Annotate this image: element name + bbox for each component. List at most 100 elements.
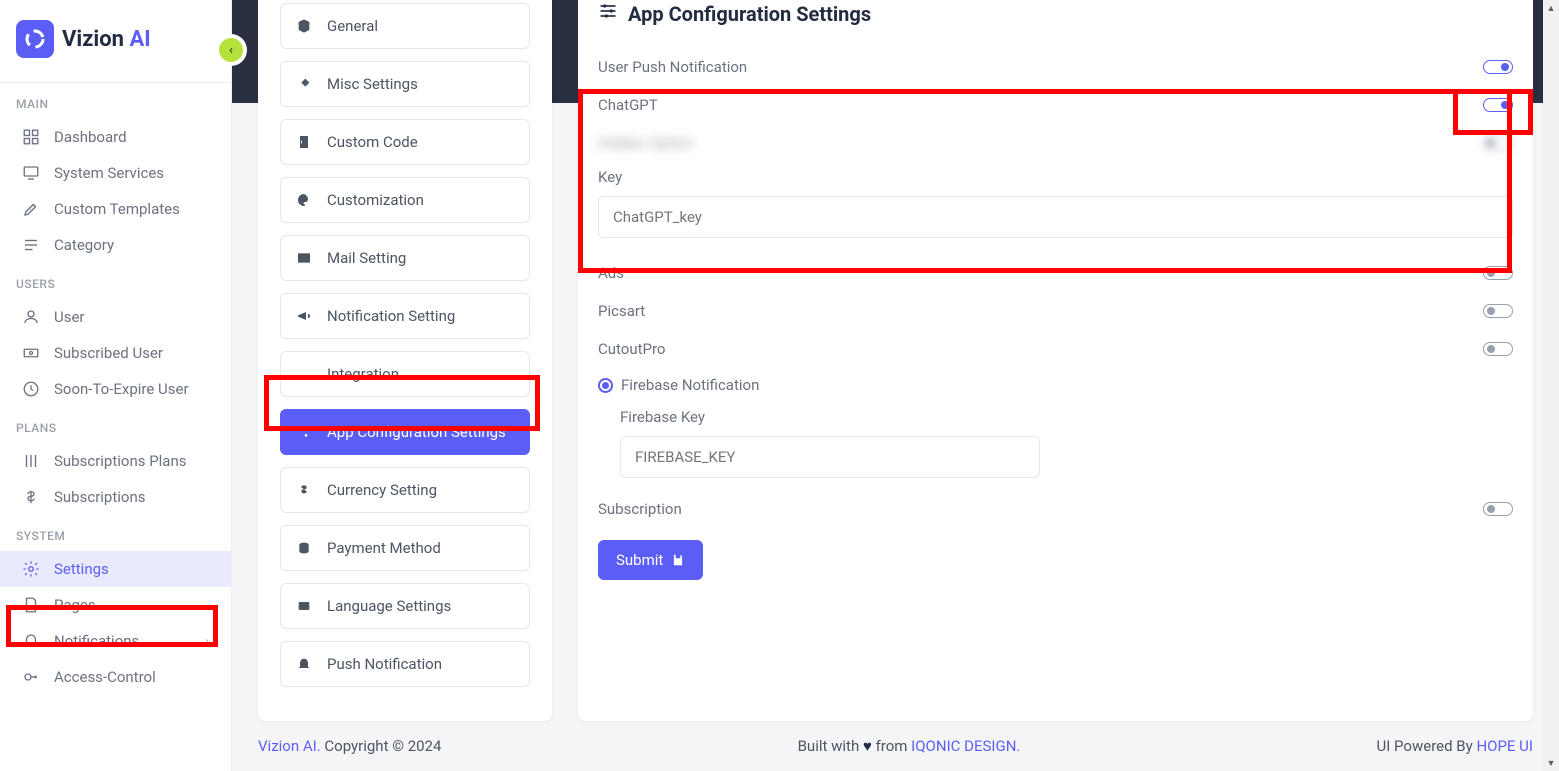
nav-subscription-plans[interactable]: Subscriptions Plans xyxy=(0,443,231,479)
toggle-hidden[interactable] xyxy=(1483,136,1513,150)
row-user-push: User Push Notification xyxy=(598,48,1513,86)
nav-pages[interactable]: Pages xyxy=(0,587,231,623)
row-picsart: Picsart xyxy=(598,292,1513,330)
nav-dashboard[interactable]: Dashboard xyxy=(0,119,231,155)
dollar-sign-icon xyxy=(295,481,313,499)
nav-expire-user[interactable]: Soon-To-Expire User xyxy=(0,371,231,407)
grid-icon xyxy=(22,128,40,146)
logo-area: Vizion AI ‹ xyxy=(0,0,231,83)
settings-sliders-icon xyxy=(295,423,313,441)
footer-brand-link[interactable]: Vizion AI. xyxy=(258,737,321,755)
row-chatgpt: ChatGPT xyxy=(598,86,1513,124)
nav-section-system: SYSTEM xyxy=(0,515,231,551)
input-firebase-key[interactable] xyxy=(620,436,1040,478)
footer-iqonic-link[interactable]: IQONIC DESIGN. xyxy=(911,737,1020,755)
row-ads: Ads xyxy=(598,254,1513,292)
toggle-ads[interactable] xyxy=(1483,266,1513,280)
clock-icon xyxy=(22,380,40,398)
gear-icon xyxy=(22,560,40,578)
footer: Vizion AI. Copyright © 2024 Built with ♥… xyxy=(232,721,1559,771)
monitor-icon xyxy=(22,164,40,182)
nav-section-main: MAIN xyxy=(0,83,231,119)
nav-category[interactable]: Category xyxy=(0,227,231,263)
dollar-icon xyxy=(22,488,40,506)
cube-icon xyxy=(295,17,313,35)
label-chatgpt: ChatGPT xyxy=(598,96,658,114)
brand-name: Vizion AI xyxy=(62,27,151,52)
money-icon xyxy=(22,344,40,362)
nav-system-services[interactable]: System Services xyxy=(0,155,231,191)
nav-access-control[interactable]: Access-Control xyxy=(0,659,231,695)
nav-notifications[interactable]: Notifications› xyxy=(0,623,231,659)
nav-user[interactable]: User xyxy=(0,299,231,335)
footer-ui: UI Powered By HOPE UI xyxy=(1377,737,1533,755)
save-icon xyxy=(671,553,685,567)
scroll-down-icon[interactable]: ▼ xyxy=(1543,755,1559,771)
user-icon xyxy=(22,308,40,326)
settings-push-notification[interactable]: Push Notification xyxy=(280,641,530,687)
scroll-up-icon[interactable]: ▲ xyxy=(1543,0,1559,16)
bell-solid-icon xyxy=(295,655,313,673)
code-file-icon xyxy=(295,133,313,151)
row-subscription: Subscription xyxy=(598,490,1513,528)
nav-custom-templates[interactable]: Custom Templates xyxy=(0,191,231,227)
megaphone-icon xyxy=(295,307,313,325)
coins-icon xyxy=(295,539,313,557)
sidebar-collapse-button[interactable]: ‹ xyxy=(219,38,243,62)
label-ads: Ads xyxy=(598,264,624,282)
envelope-icon xyxy=(295,249,313,267)
label-picsart: Picsart xyxy=(598,302,645,320)
submit-button[interactable]: Submit xyxy=(598,540,703,580)
settings-general[interactable]: General xyxy=(280,3,530,49)
footer-hopeui-link[interactable]: HOPE UI xyxy=(1476,737,1533,755)
row-hidden: Hidden Option xyxy=(598,124,1513,162)
tools-icon xyxy=(295,75,313,93)
row-firebase[interactable]: Firebase Notification xyxy=(598,368,1513,402)
label-cutoutpro: CutoutPro xyxy=(598,340,665,358)
label-key: Key xyxy=(598,168,1513,186)
toggle-subscription[interactable] xyxy=(1483,502,1513,516)
settings-language[interactable]: Language Settings xyxy=(280,583,530,629)
brand-logo-icon xyxy=(16,20,54,58)
settings-app-configuration[interactable]: App Configuration Settings xyxy=(280,409,530,455)
label-firebase-key: Firebase Key xyxy=(620,408,1513,426)
settings-currency[interactable]: Currency Setting xyxy=(280,467,530,513)
key-section: Key xyxy=(598,168,1513,238)
toggle-picsart[interactable] xyxy=(1483,304,1513,318)
toggle-cutoutpro[interactable] xyxy=(1483,342,1513,356)
nav-section-users: USERS xyxy=(0,263,231,299)
key-icon xyxy=(22,668,40,686)
nav-section-plans: PLANS xyxy=(0,407,231,443)
toggle-chatgpt[interactable] xyxy=(1483,98,1513,112)
toggle-user-push[interactable] xyxy=(1483,60,1513,74)
row-cutoutpro: CutoutPro xyxy=(598,330,1513,368)
input-chatgpt-key[interactable] xyxy=(598,196,1513,238)
sidebar: Vizion AI ‹ MAIN Dashboard System Servic… xyxy=(0,0,232,771)
label-user-push: User Push Notification xyxy=(598,58,747,76)
settings-sliders-icon xyxy=(598,1,618,26)
brush-icon xyxy=(22,200,40,218)
scrollbar[interactable]: ▲ ▼ xyxy=(1543,0,1559,771)
footer-built: Built with ♥ from IQONIC DESIGN. xyxy=(798,737,1021,755)
bell-icon xyxy=(22,632,40,650)
nav-settings[interactable]: Settings xyxy=(0,551,231,587)
radio-firebase[interactable] xyxy=(598,378,613,393)
list-icon xyxy=(22,236,40,254)
settings-custom-code[interactable]: Custom Code xyxy=(280,119,530,165)
file-icon xyxy=(22,596,40,614)
settings-customization[interactable]: Customization xyxy=(280,177,530,223)
nav-subscribed-user[interactable]: Subscribed User xyxy=(0,335,231,371)
settings-notification[interactable]: Notification Setting xyxy=(280,293,530,339)
firebase-key-section: Firebase Key xyxy=(598,402,1513,490)
settings-misc[interactable]: Misc Settings xyxy=(280,61,530,107)
settings-payment-method[interactable]: Payment Method xyxy=(280,525,530,571)
settings-menu-panel: General Misc Settings Custom Code Custom… xyxy=(258,0,552,721)
main: General Misc Settings Custom Code Custom… xyxy=(232,0,1559,771)
palette-icon xyxy=(295,191,313,209)
language-icon xyxy=(295,597,313,615)
chevron-right-icon: › xyxy=(205,634,209,648)
nav-subscriptions[interactable]: Subscriptions xyxy=(0,479,231,515)
settings-integration[interactable]: Integration xyxy=(280,351,530,397)
settings-mail[interactable]: Mail Setting xyxy=(280,235,530,281)
label-firebase: Firebase Notification xyxy=(621,376,759,394)
